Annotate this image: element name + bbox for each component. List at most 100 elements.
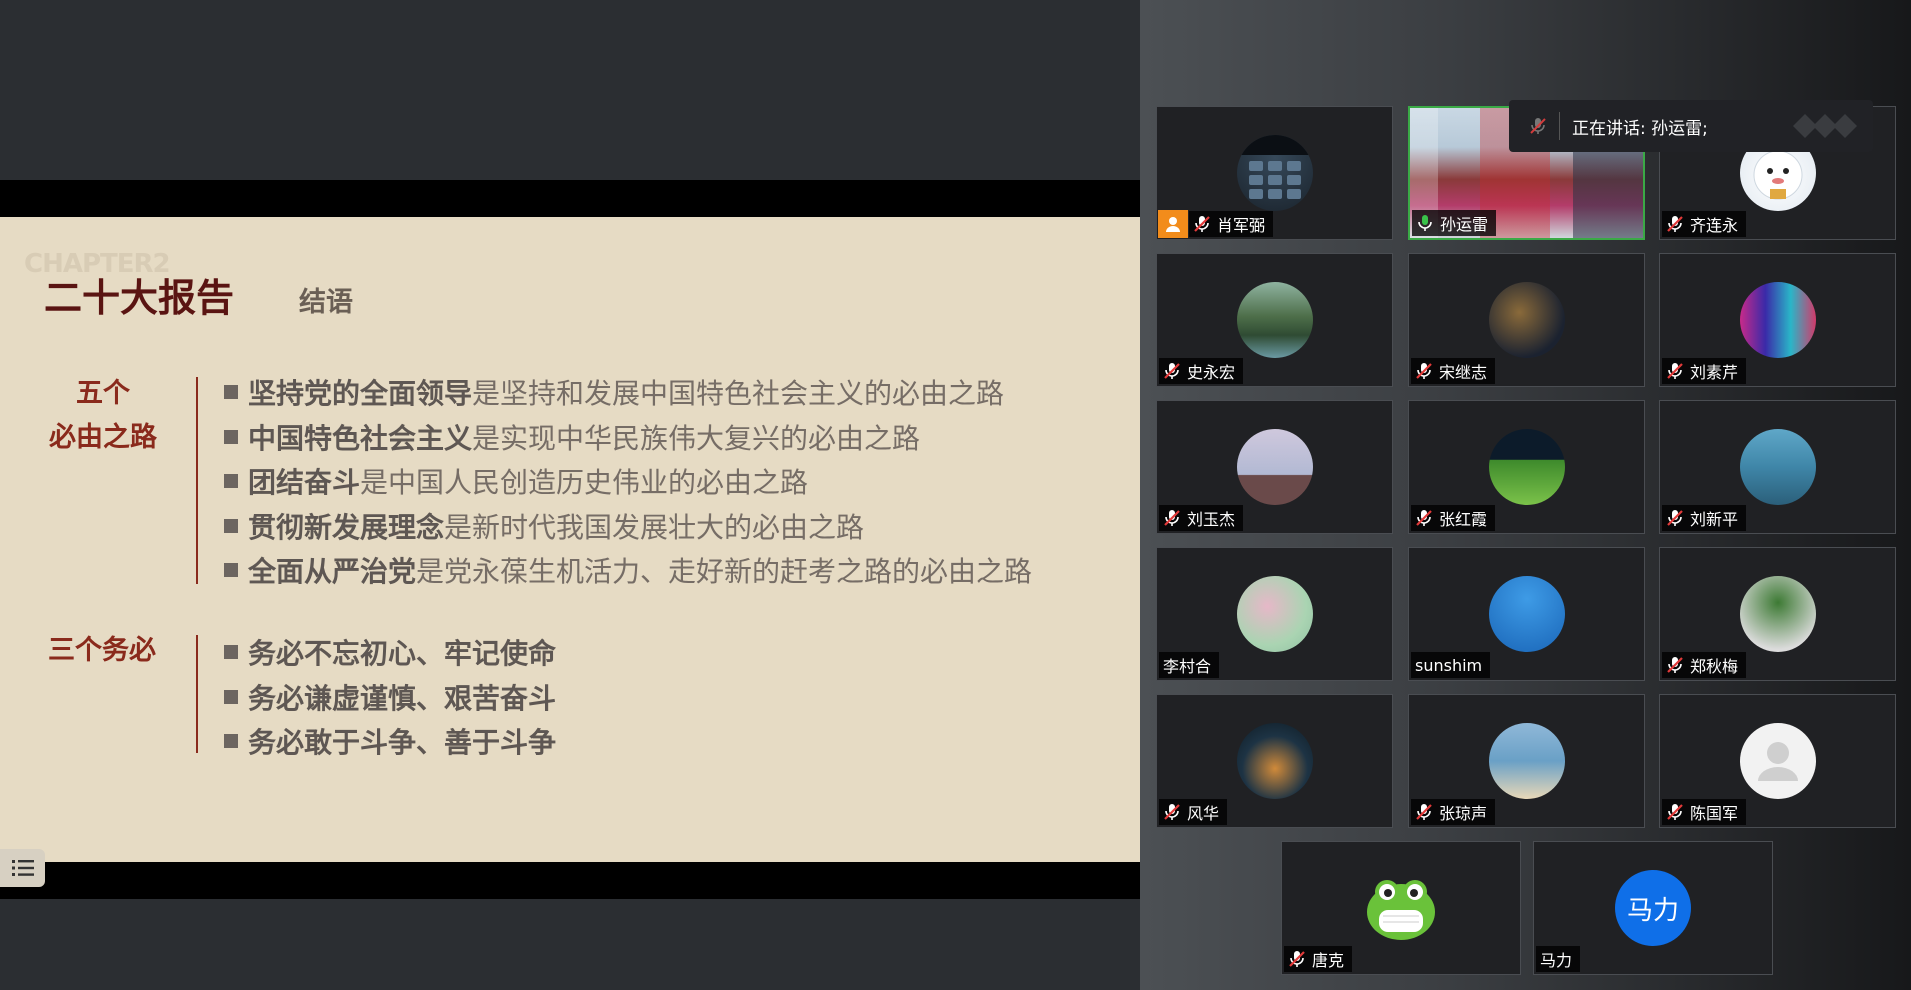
shared-screen-area: CHAPTER2 二十大报告 结语 五个 必由之路 坚持党的全面领导 是坚持和发展… bbox=[0, 0, 1140, 990]
item-bold-text: 中国特色社会主义 bbox=[248, 421, 473, 455]
section-divider bbox=[196, 635, 198, 753]
participant-tile[interactable]: 李村合 bbox=[1156, 547, 1393, 681]
participant-name: 风华 bbox=[1187, 804, 1220, 823]
separator bbox=[1559, 112, 1560, 140]
participant-tile[interactable]: 刘新平 bbox=[1659, 400, 1896, 534]
slide-subtitle: 结语 bbox=[299, 287, 353, 318]
bullet-square-icon bbox=[224, 385, 238, 400]
mic-muted-icon bbox=[1194, 216, 1210, 232]
item-bold-text: 务必谦虚谨慎、艰苦奋斗 bbox=[248, 681, 557, 715]
participant-name-tag: 唐克 bbox=[1284, 946, 1353, 972]
section-label-line: 必由之路 bbox=[49, 422, 157, 453]
bullet-square-icon bbox=[224, 429, 238, 444]
participant-name: 唐克 bbox=[1312, 951, 1345, 970]
frog-avatar-icon bbox=[1367, 880, 1435, 940]
default-user-icon bbox=[1757, 742, 1798, 781]
active-speaker-banner: 正在讲话: 孙运雷; bbox=[1509, 100, 1873, 152]
participant-tile[interactable]: 陈国军 bbox=[1659, 694, 1896, 828]
participant-avatar bbox=[1363, 870, 1439, 946]
mic-muted-icon bbox=[1667, 657, 1683, 673]
mic-active-icon bbox=[1418, 215, 1432, 231]
item-bold-text: 团结奋斗 bbox=[248, 466, 361, 500]
participant-name: 张红霞 bbox=[1439, 510, 1488, 529]
participant-name: 孙运雷 bbox=[1440, 215, 1489, 234]
participant-tile[interactable]: 郑秋梅 bbox=[1659, 547, 1896, 681]
participant-avatar: 马力 bbox=[1615, 870, 1691, 946]
list-item: 坚持党的全面领导 是坚持和发展中国特色社会主义的必由之路 bbox=[224, 370, 1032, 415]
participant-tile[interactable]: 宋继志 bbox=[1408, 253, 1645, 387]
participant-name-tag: 史永宏 bbox=[1159, 358, 1244, 384]
participant-name: 郑秋梅 bbox=[1690, 657, 1739, 676]
mic-muted-icon bbox=[1667, 804, 1683, 820]
participant-tile[interactable]: 刘素芹 bbox=[1659, 253, 1896, 387]
item-bold-text: 全面从严治党 bbox=[248, 555, 417, 589]
meeting-window: CHAPTER2 二十大报告 结语 五个 必由之路 坚持党的全面领导 是坚持和发展… bbox=[0, 0, 1911, 990]
active-speaker-text: 正在讲话: 孙运雷; bbox=[1572, 118, 1708, 139]
mic-muted-icon bbox=[1667, 216, 1683, 232]
three-musts-list: 务必不忘初心、牢记使命 务必谦虚谨慎、艰苦奋斗 务必敢于斗争、善于斗争 bbox=[224, 630, 556, 764]
participant-name: 宋继志 bbox=[1439, 363, 1488, 382]
participant-avatar bbox=[1236, 429, 1313, 505]
participant-tile[interactable]: 刘玉杰 bbox=[1156, 400, 1393, 534]
participant-tile[interactable]: 张琼声 bbox=[1408, 694, 1645, 828]
participant-tile[interactable]: 风华 bbox=[1156, 694, 1393, 828]
sound-wave-icon bbox=[1793, 114, 1857, 138]
bullet-square-icon bbox=[224, 518, 238, 533]
participant-name: 刘新平 bbox=[1690, 510, 1739, 529]
participant-name-tag: 齐连永 bbox=[1662, 211, 1747, 237]
mic-muted-icon bbox=[1416, 363, 1432, 379]
bullet-square-icon bbox=[224, 563, 238, 578]
participant-name: sunshim bbox=[1415, 655, 1483, 675]
section-label-three-musts: 三个务必 bbox=[48, 635, 156, 666]
list-item: 务必不忘初心、牢记使命 bbox=[224, 630, 556, 675]
participant-avatar bbox=[1236, 576, 1313, 652]
five-paths-list: 坚持党的全面领导 是坚持和发展中国特色社会主义的必由之路 中国特色社会主义 是实现中… bbox=[224, 370, 1032, 593]
participant-name-tag: 肖军弼 bbox=[1189, 211, 1274, 237]
participant-name: 齐连永 bbox=[1690, 216, 1739, 235]
participant-name-tag: 张琼声 bbox=[1411, 799, 1496, 825]
participant-name: 陈国军 bbox=[1690, 804, 1739, 823]
participant-avatar bbox=[1739, 282, 1816, 358]
participant-name-tag: 刘素芹 bbox=[1662, 358, 1747, 384]
participant-name-tag: 风华 bbox=[1159, 799, 1228, 825]
presentation-slide: CHAPTER2 二十大报告 结语 五个 必由之路 坚持党的全面领导 是坚持和发展… bbox=[0, 217, 1140, 862]
list-icon bbox=[11, 860, 34, 876]
section-label-line: 五个 bbox=[76, 378, 130, 409]
participant-tile[interactable]: 马力 马力 bbox=[1533, 841, 1773, 975]
item-text: 是党永葆生机活力、走好新的赶考之路的必由之路 bbox=[416, 555, 1033, 589]
host-user-icon bbox=[1166, 217, 1180, 232]
item-text: 是中国人民创造历史伟业的必由之路 bbox=[360, 466, 809, 500]
bullet-square-icon bbox=[224, 474, 238, 489]
participant-tile[interactable]: 唐克 bbox=[1281, 841, 1521, 975]
section-divider bbox=[196, 377, 198, 584]
participant-avatar bbox=[1488, 576, 1565, 652]
item-bold-text: 务必敢于斗争、善于斗争 bbox=[248, 726, 557, 760]
list-item: 中国特色社会主义 是实现中华民族伟大复兴的必由之路 bbox=[224, 415, 1032, 460]
participant-name-tag: 陈国军 bbox=[1662, 799, 1747, 825]
mic-muted-icon bbox=[1164, 804, 1180, 820]
letterbox-bottom bbox=[0, 862, 1140, 899]
keypad-avatar-icon bbox=[1236, 135, 1313, 199]
participant-tile[interactable]: 肖军弼 bbox=[1156, 106, 1393, 240]
list-item: 务必谦虚谨慎、艰苦奋斗 bbox=[224, 675, 556, 720]
slide-title: 二十大报告 bbox=[44, 276, 235, 320]
mic-muted-icon bbox=[1416, 510, 1432, 526]
item-text: 是实现中华民族伟大复兴的必由之路 bbox=[472, 421, 921, 455]
slide-menu-button[interactable] bbox=[0, 849, 45, 887]
host-badge bbox=[1158, 210, 1188, 238]
item-text: 是坚持和发展中国特色社会主义的必由之路 bbox=[472, 377, 1005, 411]
participant-name-tag: 刘玉杰 bbox=[1159, 505, 1244, 531]
participant-tile[interactable]: 史永宏 bbox=[1156, 253, 1393, 387]
participant-name-tag: 马力 bbox=[1536, 946, 1581, 972]
participant-name-tag: 李村合 bbox=[1159, 652, 1220, 678]
mic-muted-icon bbox=[1530, 118, 1546, 134]
participant-avatar bbox=[1488, 723, 1565, 799]
mic-muted-icon bbox=[1289, 951, 1305, 967]
participant-name: 刘素芹 bbox=[1690, 363, 1739, 382]
participant-tile[interactable]: sunshim bbox=[1408, 547, 1645, 681]
participant-avatar bbox=[1739, 576, 1816, 652]
list-item: 贯彻新发展理念 是新时代我国发展壮大的必由之路 bbox=[224, 504, 1032, 549]
mic-muted-icon bbox=[1667, 363, 1683, 379]
list-item: 团结奋斗 是中国人民创造历史伟业的必由之路 bbox=[224, 459, 1032, 504]
participant-tile[interactable]: 张红霞 bbox=[1408, 400, 1645, 534]
